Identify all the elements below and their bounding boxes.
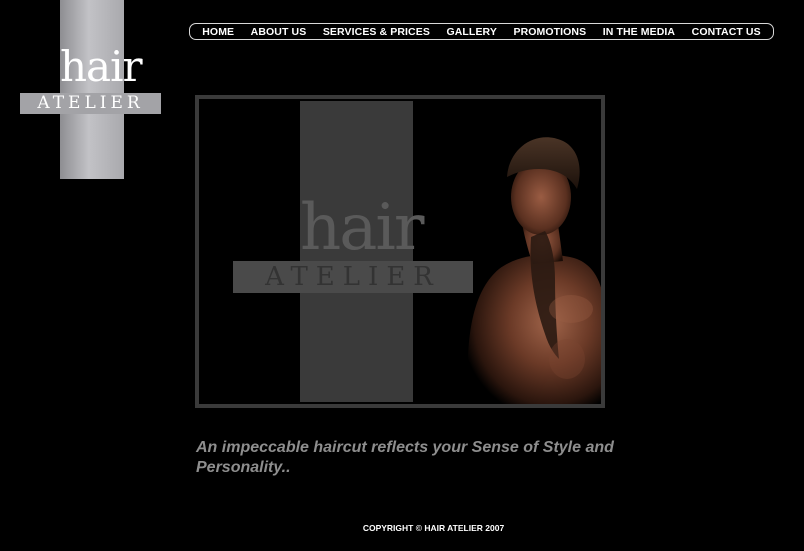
nav-home[interactable]: HOME xyxy=(202,26,234,38)
tagline: An impeccable haircut reflects your Sens… xyxy=(196,439,614,476)
site-logo[interactable]: hair ATELIER xyxy=(20,0,161,179)
nav-promotions[interactable]: PROMOTIONS xyxy=(513,26,586,38)
copyright-text: COPYRIGHT © HAIR ATELIER 2007 xyxy=(362,523,505,533)
logo-word-atelier: ATELIER xyxy=(37,93,144,113)
hero-logo-word-atelier: ATELIER xyxy=(265,262,441,292)
nav-gallery[interactable]: GALLERY xyxy=(446,26,496,38)
nav-contact-us[interactable]: CONTACT US xyxy=(692,26,761,38)
nav-services-prices[interactable]: SERVICES & PRICES xyxy=(323,26,430,38)
hero-logo-word-hair: hair xyxy=(300,191,424,265)
logo-word-hair: hair xyxy=(60,42,143,91)
hero-model-image xyxy=(467,137,601,404)
main-navigation: HOME ABOUT US SERVICES & PRICES GALLERY … xyxy=(189,23,774,40)
nav-about-us[interactable]: ABOUT US xyxy=(251,26,307,38)
nav-in-the-media[interactable]: IN THE MEDIA xyxy=(603,26,675,38)
hero-banner: hair ATELIER xyxy=(195,95,605,408)
